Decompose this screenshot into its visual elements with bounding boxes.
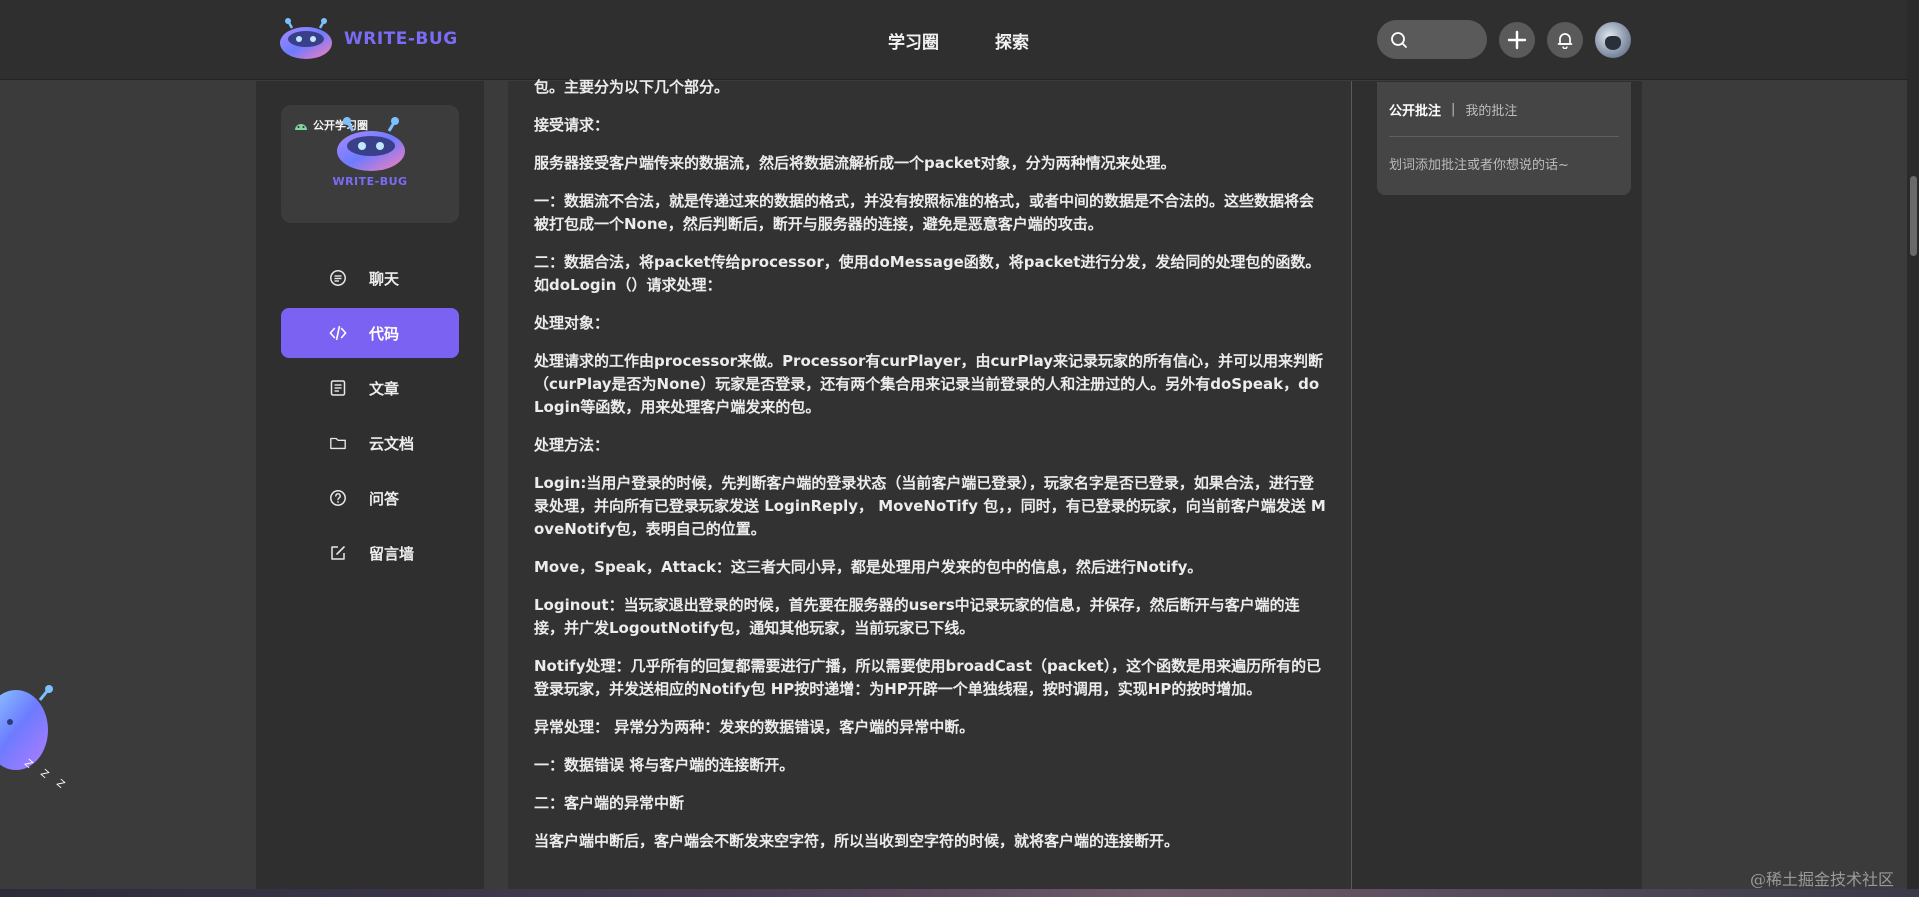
article-paragraph: 处理请求的工作由processor来做。Processor有curPlayer，… [534, 352, 1324, 416]
annotation-hint: 划词添加批注或者你想说的话~ [1389, 158, 1569, 173]
top-header: WRITE-BUG 学习圈 探索 [0, 0, 1919, 80]
annotation-card: 公开批注 | 我的批注 划词添加批注或者你想说的话~ [1377, 82, 1631, 195]
nav-explore[interactable]: 探索 [995, 28, 1029, 53]
svg-text:Z: Z [38, 768, 50, 781]
sidebar-item-label: 云文档 [369, 434, 415, 453]
code-icon [329, 324, 347, 342]
sidebar-item-message-wall[interactable]: 留言墙 [281, 528, 459, 578]
tab-my-annotations[interactable]: 我的批注 [1465, 100, 1517, 119]
article-paragraph: Notify处理：几乎所有的回复都需要进行广播，所以需要使用broadCast（… [534, 657, 1322, 698]
logo-text: WRITE-BUG [344, 29, 458, 49]
scrollbar-thumb[interactable] [1910, 176, 1917, 256]
main-nav: 学习圈 探索 [888, 28, 1029, 53]
floating-mascot-icon[interactable]: Z Z Z [0, 672, 70, 802]
page-scrollbar[interactable] [1907, 0, 1919, 897]
annotation-sidebar [1352, 81, 1642, 897]
sidebar-item-label: 问答 [369, 489, 400, 508]
article-paragraph: 异常处理： 异常分为两种：发来的数据错误，客户端的异常中断。 [534, 718, 975, 736]
add-button[interactable] [1499, 21, 1535, 58]
article-paragraph: 处理方法： [534, 436, 610, 454]
sidebar-item-qa[interactable]: 问答 [281, 473, 459, 523]
sidebar-menu: 聊天 代码 文章 云文档 问答 留言墙 [281, 253, 459, 583]
article-paragraph: 处理对象： [534, 314, 610, 332]
chat-icon [329, 269, 347, 287]
article-paragraph: 二：数据合法，将packet传给processor，使用doMessage函数，… [534, 253, 1321, 294]
article-paragraph: 接受请求： [534, 116, 610, 134]
sidebar-item-label: 文章 [369, 379, 400, 398]
article-paragraph: 一：数据错误 将与客户端的连接断开。 [534, 756, 795, 774]
article-paragraph: Login:当用户登录的时候，先判断客户端的登录状态（当前客户端已登录），玩家名… [534, 474, 1326, 538]
site-logo[interactable]: WRITE-BUG [278, 18, 458, 60]
edit-icon [329, 544, 347, 562]
article-body: 包。主要分为以下几个部分。 接受请求： 服务器接受客户端传来的数据流，然后将数据… [534, 76, 1326, 868]
sidebar-item-article[interactable]: 文章 [281, 363, 459, 413]
android-icon [295, 124, 307, 130]
nav-study-circle[interactable]: 学习圈 [888, 28, 939, 53]
header-actions [1377, 20, 1631, 59]
study-circle-card[interactable]: 公开学习圈 WRITE-BUG [281, 105, 459, 223]
article-icon [329, 379, 347, 397]
article-paragraph: 当客户端中断后，客户端会不断发来空字符，所以当收到空字符的时候，就将客户端的连接… [534, 832, 1180, 850]
sidebar-item-label: 聊天 [369, 269, 400, 288]
notification-button[interactable] [1547, 21, 1583, 58]
circle-brand-text: WRITE-BUG [332, 175, 408, 188]
sidebar-item-chat[interactable]: 聊天 [281, 253, 459, 303]
sidebar-item-cloud-docs[interactable]: 云文档 [281, 418, 459, 468]
search-icon [1391, 31, 1407, 48]
article-paragraph: 服务器接受客户端传来的数据流，然后将数据流解析成一个packet对象，分为两种情… [534, 154, 1176, 172]
bell-icon [1557, 32, 1573, 49]
tab-separator: | [1451, 102, 1456, 117]
plus-icon [1507, 30, 1527, 49]
watermark: @稀土掘金技术社区 [1750, 870, 1895, 889]
sidebar-item-label: 留言墙 [369, 544, 415, 563]
mascot-logo-icon [280, 18, 332, 59]
annotation-divider [1389, 136, 1619, 137]
question-icon [329, 489, 347, 507]
annotation-tabs: 公开批注 | 我的批注 [1389, 100, 1517, 119]
svg-text:Z: Z [54, 778, 66, 791]
user-avatar[interactable] [1595, 21, 1631, 58]
article-paragraph: 二：客户端的异常中断 [534, 794, 685, 812]
search-input[interactable] [1377, 20, 1487, 59]
sidebar-item-label: 代码 [369, 324, 400, 343]
bottom-strip [0, 889, 1919, 897]
article-paragraph: Move，Speak，Attack：这三者大同小异，都是处理用户发来的包中的信息… [534, 558, 1203, 576]
article-paragraph: 一：数据流不合法，就是传递过来的数据的格式，并没有按照标准的格式，或者中间的数据… [534, 192, 1315, 233]
article-paragraph: Loginout：当玩家退出登录的时候，首先要在服务器的users中记录玩家的信… [534, 596, 1300, 637]
mascot-image [337, 117, 405, 171]
folder-icon [329, 434, 347, 452]
tab-public-annotations[interactable]: 公开批注 [1389, 100, 1441, 119]
sidebar-item-code[interactable]: 代码 [281, 308, 459, 358]
article-paragraph: 包。主要分为以下几个部分。 [534, 78, 730, 96]
